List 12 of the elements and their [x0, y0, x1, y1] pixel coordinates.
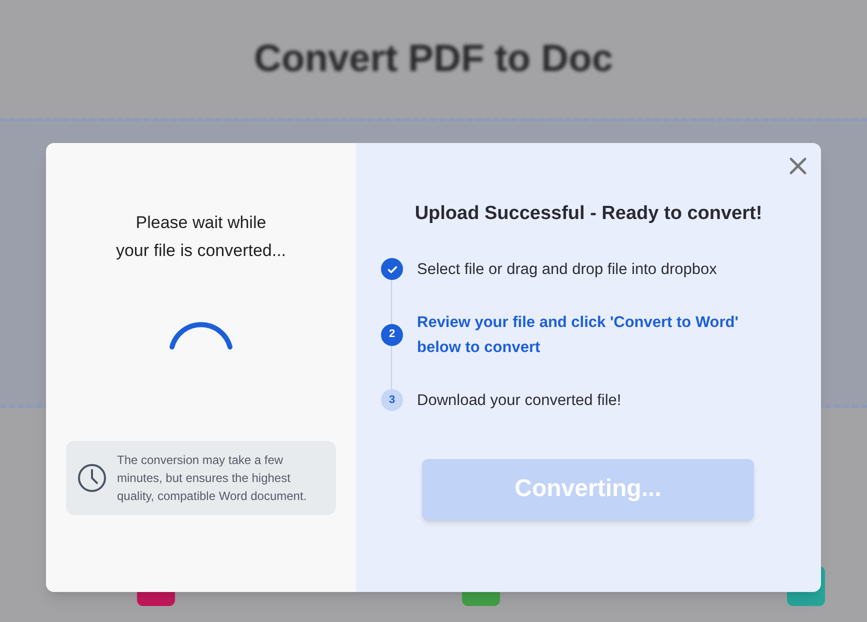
loading-spinner-icon	[168, 319, 234, 351]
wait-message: Please wait while your file is converted...	[116, 212, 286, 262]
clock-icon	[77, 463, 107, 493]
step-text: Review your file and click 'Convert to Word' below to convert	[417, 312, 740, 358]
close-button[interactable]	[787, 155, 809, 177]
step-number: 3	[381, 389, 403, 411]
modal-heading: Upload Successful - Ready to convert!	[414, 202, 764, 226]
step-text: Select file or drag and drop file into dropbox	[417, 260, 717, 280]
step-text: Download your converted file!	[417, 390, 622, 410]
page-title: Convert PDF to Doc	[254, 36, 613, 82]
note-text: The conversion may take a few minutes, but ensures the highest quality, compatible Word document.	[117, 452, 308, 505]
step-number: 2	[381, 324, 403, 346]
